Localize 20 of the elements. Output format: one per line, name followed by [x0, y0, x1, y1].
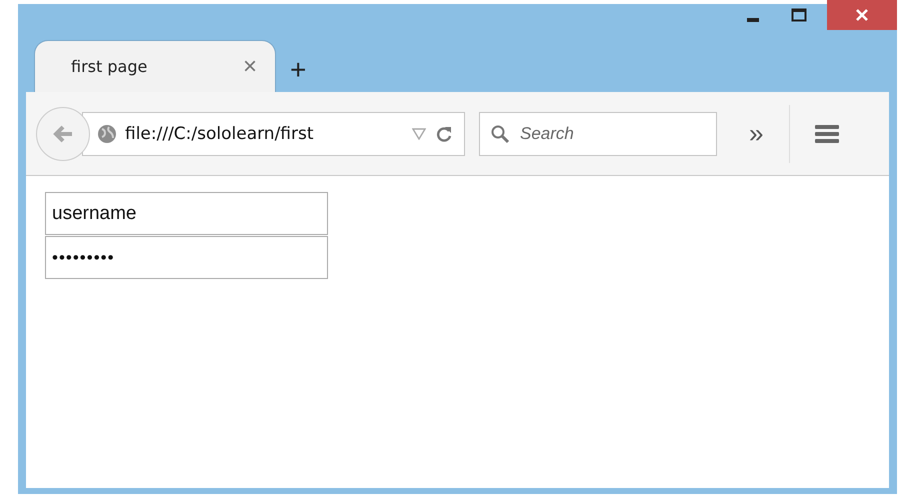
- tab-title: first page: [71, 57, 148, 76]
- url-text: file:///C:/sololearn/first: [125, 124, 315, 144]
- browser-tab[interactable]: first page ×: [34, 40, 276, 92]
- minimize-icon: [747, 18, 759, 22]
- close-button[interactable]: [827, 0, 897, 30]
- close-icon: [855, 8, 869, 22]
- close-tab-button[interactable]: ×: [242, 54, 257, 78]
- maximize-icon: [791, 8, 807, 22]
- back-button[interactable]: [36, 106, 90, 160]
- overflow-button[interactable]: »: [743, 118, 770, 149]
- address-bar[interactable]: file:///C:/sololearn/first: [82, 112, 465, 156]
- password-field[interactable]: •••••••••: [45, 236, 328, 279]
- back-arrow-icon: [52, 124, 74, 144]
- menu-icon: [814, 122, 840, 144]
- new-tab-button[interactable]: +: [290, 56, 306, 84]
- search-icon: [490, 124, 510, 144]
- globe-icon: [97, 124, 117, 144]
- search-field[interactable]: Search: [479, 112, 717, 156]
- menu-button[interactable]: [814, 122, 840, 144]
- username-field[interactable]: username: [45, 192, 328, 235]
